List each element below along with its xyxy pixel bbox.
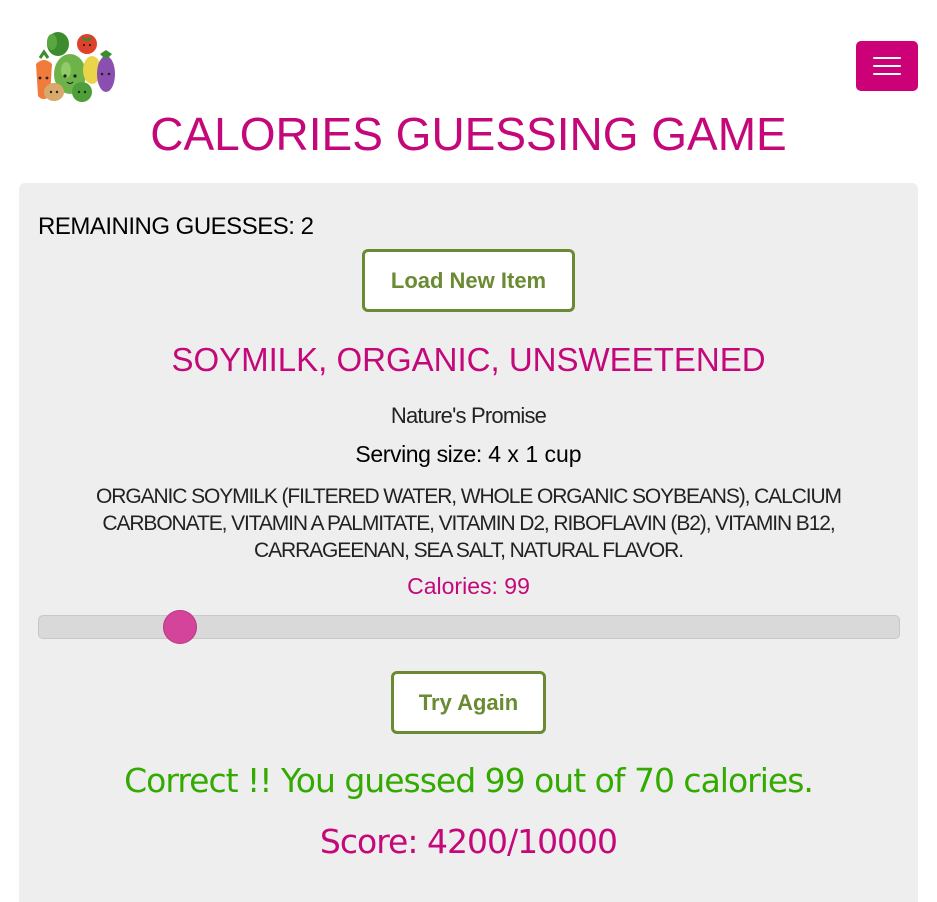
ingredients-text: ORGANIC SOYMILK (FILTERED WATER, WHOLE O… xyxy=(96,485,842,562)
menu-bar xyxy=(873,73,901,75)
remaining-guesses-label: REMAINING GUESSES: xyxy=(38,213,295,240)
remaining-guesses: REMAINING GUESSES: 2 xyxy=(38,213,314,241)
page: CALORIES GUESSING GAME REMAINING GUESSES… xyxy=(0,0,937,902)
calories-label: Calories: xyxy=(407,573,498,599)
calories-guess: Calories: 99 xyxy=(19,573,918,600)
menu-bar xyxy=(873,57,901,59)
try-again-button[interactable]: Try Again xyxy=(391,671,546,734)
calories-slider-thumb[interactable] xyxy=(163,610,198,644)
serving-size: Serving size: 4 x 1 cup xyxy=(19,441,918,468)
calories-value: 99 xyxy=(504,573,530,599)
remaining-guesses-count: 2 xyxy=(300,213,314,240)
game-panel: REMAINING GUESSES: 2 Load New Item SOYMI… xyxy=(19,183,918,902)
hamburger-menu-icon[interactable] xyxy=(856,41,918,91)
result-message: Correct !! You guessed 99 out of 70 calo… xyxy=(124,761,814,800)
serving-size-value: 4 x 1 cup xyxy=(488,441,582,467)
vegetables-logo-icon[interactable] xyxy=(30,30,118,104)
page-title: CALORIES GUESSING GAME xyxy=(150,108,787,160)
score-label: Score: xyxy=(319,822,419,861)
menu-bar xyxy=(873,65,901,67)
product-brand: Nature's Promise xyxy=(390,403,547,428)
product-name: SOYMILK, ORGANIC, UNSWEETENED xyxy=(171,341,766,378)
load-new-item-button[interactable]: Load New Item xyxy=(362,249,575,312)
score-value: 4200/10000 xyxy=(426,822,618,861)
score-display: Score: 4200/10000 xyxy=(19,822,918,861)
serving-size-label: Serving size: xyxy=(355,441,482,467)
